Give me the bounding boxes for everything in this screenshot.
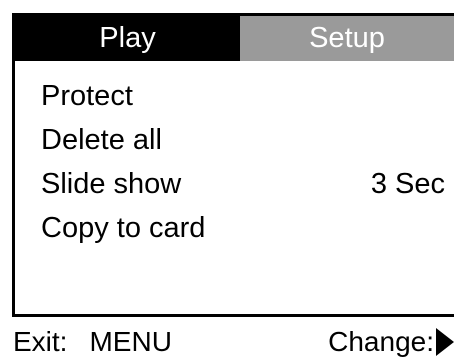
play-menu: Protect Delete all Slide show 3 Sec Copy…	[41, 74, 445, 250]
tab-bar: Play Setup	[15, 16, 454, 61]
change-hint[interactable]: Change:	[328, 322, 454, 362]
exit-key-label: MENU	[89, 326, 172, 357]
menu-item-label: Copy to card	[41, 212, 206, 244]
menu-screen: Play Setup Protect Delete all Slide show…	[12, 13, 454, 317]
tab-setup[interactable]: Setup	[240, 16, 454, 61]
menu-item-slide-show[interactable]: Slide show 3 Sec	[41, 162, 445, 206]
change-label: Change:	[328, 326, 434, 357]
tab-setup-label: Setup	[309, 22, 385, 54]
footer-hints: Exit: MENU Change:	[13, 322, 454, 362]
slide-show-interval-value: 3 Sec	[370, 168, 445, 200]
menu-item-protect[interactable]: Protect	[41, 74, 445, 118]
exit-hint[interactable]: Exit: MENU	[13, 322, 172, 362]
menu-item-label: Protect	[41, 80, 133, 112]
menu-item-label: Delete all	[41, 124, 162, 156]
play-right-icon	[436, 328, 454, 356]
menu-item-copy-to-card[interactable]: Copy to card	[41, 206, 445, 250]
exit-label: Exit:	[13, 326, 68, 357]
menu-item-label: Slide show	[41, 168, 182, 200]
tab-play[interactable]: Play	[15, 16, 240, 61]
tab-play-label: Play	[99, 22, 156, 54]
menu-item-delete-all[interactable]: Delete all	[41, 118, 445, 162]
